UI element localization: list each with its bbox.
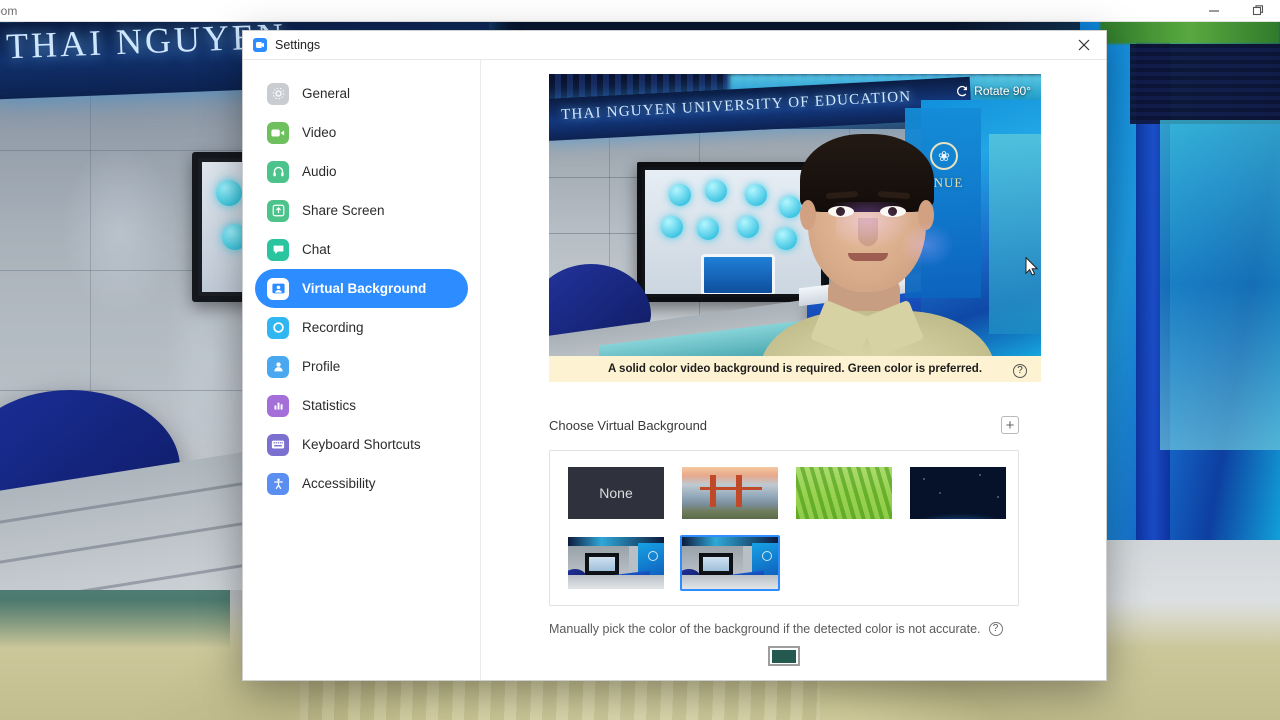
accessibility-icon <box>267 472 289 495</box>
rotate-90-label: Rotate 90° <box>974 84 1031 98</box>
sidebar-item-label: Accessibility <box>302 476 376 491</box>
sidebar-item-label: General <box>302 86 351 101</box>
background-thumbnail-label: None <box>568 467 664 519</box>
background-thumbnail-studio-b[interactable] <box>680 535 780 591</box>
record-circle-icon <box>267 316 289 339</box>
sidebar-item-recording[interactable]: Recording <box>255 308 468 347</box>
sidebar-item-label: Statistics <box>302 398 357 413</box>
sidebar-item-label: Keyboard Shortcuts <box>302 437 421 452</box>
settings-title: Settings <box>275 38 321 52</box>
sidebar-item-virtual-background[interactable]: Virtual Background <box>255 269 468 308</box>
sidebar-item-profile[interactable]: Profile <box>255 347 468 386</box>
settings-titlebar: Settings <box>243 31 1106 60</box>
app-window-titlebar: oom <box>0 0 1280 22</box>
rotate-icon <box>957 85 968 96</box>
chat-bubble-icon <box>267 238 289 261</box>
manual-color-hint: Manually pick the color of the backgroun… <box>549 622 981 636</box>
help-question-icon: ? <box>1013 364 1027 378</box>
share-screen-icon <box>267 199 289 222</box>
warning-text: A solid color video background is requir… <box>607 363 983 375</box>
sidebar-item-label: Share Screen <box>302 203 385 218</box>
sidebar-item-keyboard-shortcuts[interactable]: Keyboard Shortcuts <box>255 425 468 464</box>
video-preview: THAI NGUYEN UNIVERSITY OF EDUCATION ❀ TN… <box>549 74 1041 356</box>
bar-chart-icon <box>267 394 289 417</box>
green-screen-warning: A solid color video background is requir… <box>549 356 1041 382</box>
add-background-button[interactable]: + <box>1001 416 1019 434</box>
background-thumbnail-grid: None <box>549 450 1019 606</box>
video-camera-icon <box>267 121 289 144</box>
preview-person <box>760 126 1039 356</box>
sidebar-item-chat[interactable]: Chat <box>255 230 468 269</box>
background-right-ceiling <box>1130 44 1280 124</box>
person-frame-icon <box>267 277 289 300</box>
settings-body: General Video Audio Share Screen Chat Vi… <box>243 60 1106 680</box>
sidebar-item-audio[interactable]: Audio <box>255 152 468 191</box>
background-color-picker[interactable] <box>768 646 800 666</box>
color-swatch <box>772 649 796 663</box>
desktop-background: THAI NGUYEN oom <box>0 0 1280 720</box>
manual-color-help-icon[interactable]: ? <box>988 622 1003 636</box>
virtual-background-panel: THAI NGUYEN UNIVERSITY OF EDUCATION ❀ TN… <box>481 60 1106 680</box>
color-swatch-row <box>549 646 1019 666</box>
sidebar-item-statistics[interactable]: Statistics <box>255 386 468 425</box>
background-thumbnail-bridge[interactable] <box>680 465 780 521</box>
background-thumbnail-grass[interactable] <box>794 465 894 521</box>
zoom-logo-icon <box>253 38 267 52</box>
minimize-icon[interactable] <box>1192 0 1236 22</box>
sidebar-item-label: Virtual Background <box>302 281 427 296</box>
sidebar-item-label: Video <box>302 125 337 140</box>
app-window-title: oom <box>0 3 18 18</box>
warning-help-icon[interactable]: ? <box>1013 360 1027 378</box>
rotate-90-button[interactable]: Rotate 90° <box>950 82 1037 100</box>
sidebar-item-label: Chat <box>302 242 331 257</box>
choose-background-label: Choose Virtual Background <box>549 417 708 433</box>
sidebar-item-video[interactable]: Video <box>255 113 468 152</box>
grass-image <box>796 467 892 519</box>
person-icon <box>267 355 289 378</box>
sidebar-item-label: Recording <box>302 320 364 335</box>
sidebar-item-share-screen[interactable]: Share Screen <box>255 191 468 230</box>
mouse-cursor-icon <box>1025 256 1039 281</box>
close-icon[interactable] <box>1062 31 1106 60</box>
settings-dialog: Settings General Video Audio Share Scree… <box>242 30 1107 681</box>
background-right-glass <box>1160 120 1280 450</box>
golden-gate-image <box>682 467 778 519</box>
sidebar-item-label: Audio <box>302 164 337 179</box>
headset-icon <box>267 160 289 183</box>
studio-image-a <box>568 537 664 589</box>
settings-sidebar: General Video Audio Share Screen Chat Vi… <box>243 60 481 680</box>
background-thumbnail-earth[interactable] <box>908 465 1008 521</box>
background-thumbnail-none[interactable]: None <box>566 465 666 521</box>
choose-background-header: Choose Virtual Background + <box>549 416 1019 434</box>
sidebar-item-label: Profile <box>302 359 341 374</box>
studio-image-b <box>682 537 778 589</box>
gear-icon <box>267 82 289 105</box>
preview-scene: THAI NGUYEN UNIVERSITY OF EDUCATION ❀ TN… <box>549 74 1041 356</box>
background-thumbnail-studio-a[interactable] <box>566 535 666 591</box>
sidebar-item-general[interactable]: General <box>255 74 468 113</box>
restore-icon[interactable] <box>1236 0 1280 22</box>
earth-image <box>910 467 1006 519</box>
keyboard-icon <box>267 433 289 456</box>
sidebar-item-accessibility[interactable]: Accessibility <box>255 464 468 503</box>
manual-color-hint-row: Manually pick the color of the backgroun… <box>549 622 1027 636</box>
